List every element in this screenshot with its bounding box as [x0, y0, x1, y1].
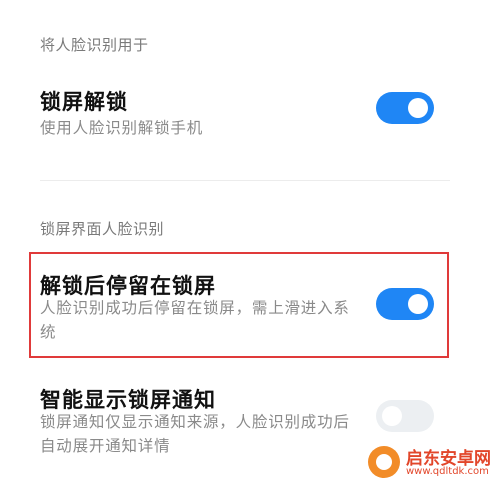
toggle-knob: [408, 98, 428, 118]
watermark-logo-icon: [368, 446, 400, 478]
setting-subtitle-line: 统: [40, 323, 57, 341]
toggle-knob: [408, 294, 428, 314]
site-watermark: 启东安卓网 www.qdltdk.com: [368, 444, 498, 484]
setting-subtitle-line: 锁屏通知仅显示通知来源，人脸识别成功后: [40, 413, 350, 431]
watermark-url: www.qdltdk.com: [406, 466, 489, 477]
divider: [40, 180, 450, 181]
setting-subtitle-line: 人脸识别成功后停留在锁屏，需上滑进入系: [40, 299, 350, 317]
lock-screen-unlock-toggle[interactable]: [376, 92, 434, 124]
setting-subtitle-line: 使用人脸识别解锁手机: [40, 119, 204, 137]
section-header-face-usage: 将人脸识别用于: [40, 36, 149, 54]
smart-lock-notifications-toggle[interactable]: [376, 400, 434, 432]
setting-title: 锁屏解锁: [40, 90, 128, 114]
section-header-lock-screen-face: 锁屏界面人脸识别: [40, 220, 165, 238]
stay-on-lock-screen-toggle[interactable]: [376, 288, 434, 320]
setting-subtitle-line: 自动展开通知详情: [40, 437, 171, 455]
toggle-knob: [382, 406, 402, 426]
